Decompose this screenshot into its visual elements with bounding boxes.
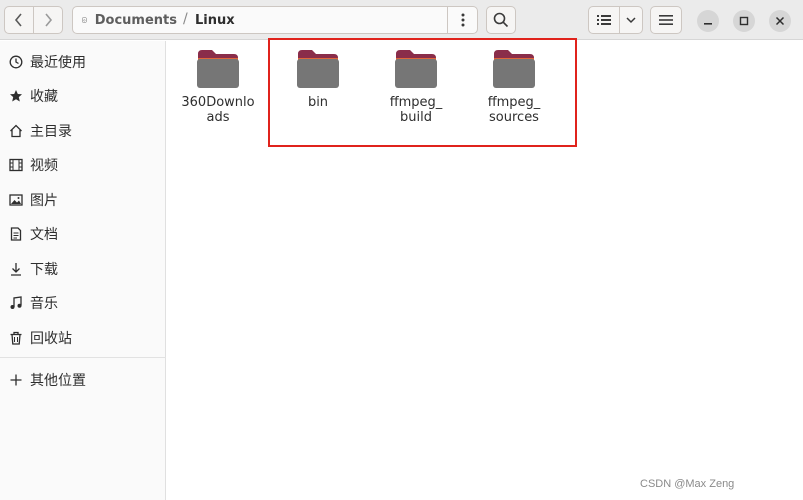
sidebar-divider: [0, 357, 166, 358]
document-icon: [8, 226, 24, 242]
watermark: CSDN @Max Zeng: [640, 478, 735, 490]
search-button[interactable]: [486, 6, 516, 34]
hamburger-menu-icon: [659, 15, 673, 25]
back-button[interactable]: [4, 6, 34, 34]
sidebar-item-label: 主目录: [30, 124, 72, 140]
list-view-icon: [597, 15, 611, 25]
download-icon: [8, 261, 24, 277]
trash-icon: [8, 330, 24, 346]
file-name: 360Downlo ads: [181, 95, 255, 125]
folder-icon: [493, 50, 535, 88]
folder-icon: [395, 50, 437, 88]
path-separator: /: [183, 11, 188, 27]
home-icon: [8, 123, 24, 139]
folder-item-bin[interactable]: bin: [271, 49, 365, 110]
music-icon: [8, 295, 24, 311]
minimize-icon: [704, 23, 712, 25]
sidebar-item-label: 文档: [30, 227, 58, 243]
sidebar-item-label: 图片: [30, 193, 58, 209]
sidebar-item-label: 收藏: [30, 89, 58, 105]
maximize-icon: [739, 16, 749, 26]
folder-item-ffmpeg-sources[interactable]: ffmpeg_ sources: [467, 49, 561, 125]
maximize-button[interactable]: [733, 10, 755, 32]
chevron-left-icon: [14, 13, 22, 27]
path-options-button[interactable]: [447, 7, 477, 33]
path-segment-linux[interactable]: Linux: [195, 7, 235, 33]
minimize-button[interactable]: [697, 10, 719, 32]
sidebar-item-label: 回收站: [30, 331, 72, 347]
file-name: bin: [307, 95, 329, 110]
sidebar-item-music[interactable]: 音乐: [0, 287, 166, 319]
sidebar-item-recent[interactable]: 最近使用: [0, 46, 166, 78]
chevron-down-icon: [626, 17, 636, 24]
sidebar-item-other-locations[interactable]: 其他位置: [0, 364, 166, 396]
sidebar-item-label: 下载: [30, 262, 58, 278]
sidebar-item-trash[interactable]: 回收站: [0, 322, 166, 354]
header-bar: Documents / Linux: [0, 0, 803, 40]
sidebar-item-documents[interactable]: 文档: [0, 218, 166, 250]
sidebar-item-pictures[interactable]: 图片: [0, 184, 166, 216]
folder-icon: [197, 50, 239, 88]
main-menu-button[interactable]: [650, 6, 682, 34]
path-segment-documents[interactable]: Documents: [73, 7, 177, 33]
star-icon: [8, 88, 24, 104]
sidebar: 最近使用 收藏 主目录 视频 图片 文档 下载 音乐 回收站 其他位置: [0, 41, 166, 500]
close-icon: [775, 16, 785, 26]
file-name: ffmpeg_ sources: [487, 95, 541, 125]
folder-item-ffmpeg-build[interactable]: ffmpeg_ build: [369, 49, 463, 125]
list-view-button[interactable]: [588, 6, 620, 34]
sidebar-item-label: 视频: [30, 158, 58, 174]
sidebar-item-home[interactable]: 主目录: [0, 115, 166, 147]
kebab-menu-icon: [461, 13, 464, 27]
sidebar-item-starred[interactable]: 收藏: [0, 80, 166, 112]
file-view: 360Downlo ads bin ffmpeg_ build ffmpeg_ sou…: [167, 38, 803, 500]
image-icon: [8, 192, 24, 208]
folder-item-360downloads[interactable]: 360Downlo ads: [171, 49, 265, 125]
film-icon: [8, 157, 24, 173]
document-folder-icon: [82, 17, 87, 23]
view-options-dropdown[interactable]: [619, 6, 643, 34]
clock-icon: [8, 54, 24, 70]
sidebar-item-label: 最近使用: [30, 55, 86, 71]
path-bar: Documents / Linux: [72, 6, 478, 34]
path-segment-label: Documents: [94, 12, 177, 28]
file-name: ffmpeg_ build: [389, 95, 443, 125]
sidebar-item-videos[interactable]: 视频: [0, 149, 166, 181]
search-icon: [493, 12, 509, 28]
close-button[interactable]: [769, 10, 791, 32]
forward-button[interactable]: [33, 6, 63, 34]
chevron-right-icon: [45, 13, 53, 27]
folder-icon: [297, 50, 339, 88]
sidebar-item-downloads[interactable]: 下载: [0, 253, 166, 285]
sidebar-item-label: 其他位置: [30, 373, 86, 389]
sidebar-item-label: 音乐: [30, 296, 58, 312]
plus-icon: [8, 372, 24, 388]
